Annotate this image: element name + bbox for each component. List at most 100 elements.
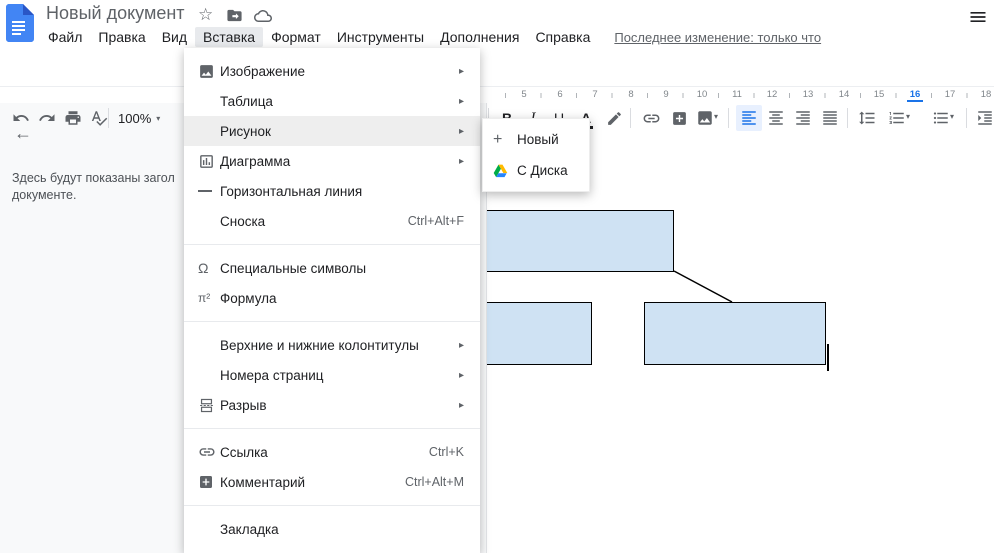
formula-icon: π²: [198, 291, 220, 305]
chevron-down-icon: ▾: [156, 114, 160, 123]
ruler-number: 7: [587, 89, 603, 100]
ruler-number: 17: [942, 89, 958, 100]
text-caret: [827, 344, 829, 371]
toolbar-separator: [847, 108, 848, 128]
menu-divider: [184, 321, 480, 322]
menu-format[interactable]: Формат: [263, 27, 329, 47]
last-edit-link[interactable]: Последнее изменение: только что: [614, 30, 821, 45]
print-button[interactable]: [60, 105, 86, 131]
ruler-number: 13: [800, 89, 816, 100]
shortcut-label: Ctrl+K: [429, 445, 464, 459]
image-dropdown-icon[interactable]: ▾: [714, 112, 718, 121]
ruler-number: 9: [658, 89, 674, 100]
submenu-arrow-icon: ▸: [459, 370, 464, 381]
image-icon: [198, 63, 220, 80]
menu-edit[interactable]: Правка: [90, 27, 153, 47]
insert-menu-item-equation[interactable]: π² Формула: [184, 283, 480, 313]
submenu-arrow-icon: ▸: [459, 156, 464, 167]
toolbar-separator: [630, 108, 631, 128]
insert-menu-item-footnote[interactable]: Сноска Ctrl+Alt+F: [184, 206, 480, 236]
numbered-list-dropdown-icon[interactable]: ▾: [906, 112, 910, 121]
ruler-number: 18: [978, 89, 994, 100]
menu-help[interactable]: Справка: [527, 27, 598, 47]
insert-link-button[interactable]: [638, 105, 664, 131]
insert-menu-item-special-characters[interactable]: Ω Специальные символы: [184, 253, 480, 283]
toolbar-separator: [728, 108, 729, 128]
submenu-arrow-icon: ▸: [459, 126, 464, 137]
drawing-submenu-new[interactable]: + Новый: [483, 124, 589, 155]
chart-icon: [198, 153, 220, 170]
menu-addons[interactable]: Дополнения: [432, 27, 527, 47]
toolbar-separator: [108, 108, 109, 128]
highlight-button[interactable]: [601, 105, 627, 131]
link-icon: [198, 443, 220, 461]
ruler-number: 6: [552, 89, 568, 100]
menu-insert[interactable]: Вставка: [195, 27, 263, 47]
outline-placeholder-line: Здесь будут показаны загол: [12, 171, 175, 185]
ruler-number-active: 16: [907, 89, 923, 102]
ruler: 5 6 7 8 9 10 11 12 13 14 15 16 17 18: [0, 87, 994, 103]
move-folder-icon[interactable]: [226, 7, 243, 28]
drawing-submenu-from-drive[interactable]: С Диска: [483, 155, 589, 186]
insert-menu-item-table[interactable]: Таблица ▸: [184, 86, 480, 116]
insert-menu-item-chart[interactable]: Диаграмма ▸: [184, 146, 480, 176]
redo-button[interactable]: [34, 105, 60, 131]
menubar: Файл Правка Вид Вставка Формат Инструмен…: [40, 26, 821, 48]
menu-file[interactable]: Файл: [40, 27, 90, 47]
ruler-number: 11: [729, 89, 745, 100]
align-right-button[interactable]: [790, 105, 816, 131]
ruler-number: 12: [764, 89, 780, 100]
docs-logo-icon: [6, 4, 34, 47]
insert-menu-item-drawing[interactable]: Рисунок ▸: [184, 116, 480, 146]
line-spacing-button[interactable]: [854, 105, 880, 131]
insert-comment-button[interactable]: [666, 105, 692, 131]
ruler-number: 14: [836, 89, 852, 100]
page-break-icon: [198, 397, 220, 414]
align-center-button[interactable]: [763, 105, 789, 131]
align-left-button[interactable]: [736, 105, 762, 131]
insert-menu-item-table-of-contents[interactable]: Оглавление ▸: [184, 544, 480, 553]
insert-menu-item-image[interactable]: Изображение ▸: [184, 56, 480, 86]
insert-menu-item-horizontal-line[interactable]: Горизонтальная линия: [184, 176, 480, 206]
insert-menu-item-comment[interactable]: Комментарий Ctrl+Alt+M: [184, 467, 480, 497]
ruler-number: 10: [694, 89, 710, 100]
shortcut-label: Ctrl+Alt+M: [405, 475, 464, 489]
compact-controls-icon[interactable]: [968, 7, 988, 32]
shortcut-label: Ctrl+Alt+F: [408, 214, 464, 228]
submenu-arrow-icon: ▸: [459, 400, 464, 411]
comment-icon: [198, 474, 220, 490]
horizontal-line-icon: [198, 190, 220, 192]
bulleted-list-dropdown-icon[interactable]: ▾: [950, 112, 954, 121]
ruler-number: 8: [623, 89, 639, 100]
insert-menu-item-headers-footers[interactable]: Верхние и нижние колонтитулы ▸: [184, 330, 480, 360]
insert-menu-item-bookmark[interactable]: Закладка: [184, 514, 480, 544]
omega-icon: Ω: [198, 260, 220, 276]
drawing-shape-bottom-left[interactable]: [486, 302, 592, 365]
drive-icon: [493, 163, 517, 178]
menu-view[interactable]: Вид: [154, 27, 195, 47]
outline-placeholder-line: документе.: [12, 188, 76, 202]
document-title[interactable]: Новый документ: [46, 3, 185, 24]
star-icon[interactable]: ☆: [198, 7, 213, 23]
zoom-control[interactable]: 100% ▾: [112, 105, 166, 131]
insert-menu-item-break[interactable]: Разрыв ▸: [184, 390, 480, 420]
submenu-arrow-icon: ▸: [459, 66, 464, 77]
plus-icon: +: [493, 131, 517, 149]
drawing-shape-top[interactable]: [486, 210, 674, 272]
toolbar-separator: [966, 108, 967, 128]
ruler-number: 15: [871, 89, 887, 100]
insert-menu-dropdown: Изображение ▸ Таблица ▸ Рисунок ▸ Диагра…: [184, 48, 480, 553]
menu-tools[interactable]: Инструменты: [329, 27, 432, 47]
align-justify-button[interactable]: [817, 105, 843, 131]
menu-divider: [184, 505, 480, 506]
insert-menu-item-page-numbers[interactable]: Номера страниц ▸: [184, 360, 480, 390]
submenu-arrow-icon: ▸: [459, 340, 464, 351]
drawing-shape-bottom-right[interactable]: [644, 302, 826, 365]
drawing-submenu: + Новый С Диска: [482, 118, 590, 192]
indent-button[interactable]: [972, 105, 994, 131]
menu-divider: [184, 244, 480, 245]
undo-button[interactable]: [8, 105, 34, 131]
ruler-number: 5: [516, 89, 532, 100]
google-docs-app: Новый документ ☆ Файл Правка Вид Вставка…: [0, 0, 994, 553]
insert-menu-item-link[interactable]: Ссылка Ctrl+K: [184, 437, 480, 467]
